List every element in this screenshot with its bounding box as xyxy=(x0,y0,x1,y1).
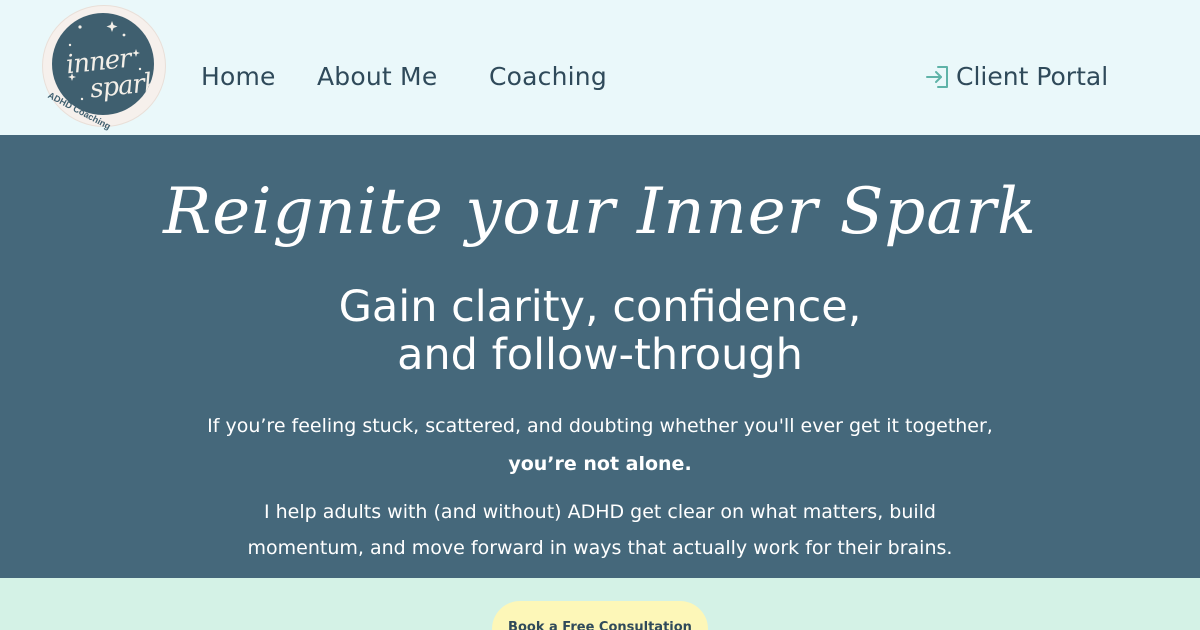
hero-section: Reignite your Inner Spark Gain clarity, … xyxy=(0,135,1200,578)
cta-band: Book a Free Consultation xyxy=(0,578,1200,630)
hero-intro-text: If you’re feeling stuck, scattered, and … xyxy=(207,415,993,437)
hero-description-line1: I help adults with (and without) ADHD ge… xyxy=(264,501,936,523)
client-portal-link[interactable]: Client Portal xyxy=(924,62,1108,91)
hero-description: I help adults with (and without) ADHD ge… xyxy=(0,494,1200,566)
inner-spark-logo[interactable]: inner spark ADHD Coaching xyxy=(43,6,165,131)
client-portal-label: Client Portal xyxy=(956,62,1109,91)
site-header: inner spark ADHD Coaching Home About Me … xyxy=(0,0,1200,135)
hero-headline: Gain clarity, confidence, and follow-thr… xyxy=(0,283,1200,379)
logo-text-spark: spark xyxy=(88,67,154,105)
nav-link-home[interactable]: Home xyxy=(201,62,276,91)
book-consultation-button[interactable]: Book a Free Consultation xyxy=(492,601,708,630)
hero-headline-line2: and follow-through xyxy=(397,330,803,380)
hero-headline-line1: Gain clarity, confidence, xyxy=(338,282,862,332)
hero-emphasis-text: you’re not alone. xyxy=(508,453,692,475)
login-icon xyxy=(926,65,948,88)
book-consultation-label: Book a Free Consultation xyxy=(508,620,692,630)
nav-link-coaching[interactable]: Coaching xyxy=(489,62,607,91)
hero-description-line2: momentum, and move forward in ways that … xyxy=(247,537,953,559)
nav-link-about-me[interactable]: About Me xyxy=(317,62,437,91)
hero-script-title: Reignite your Inner Spark xyxy=(163,175,1037,249)
